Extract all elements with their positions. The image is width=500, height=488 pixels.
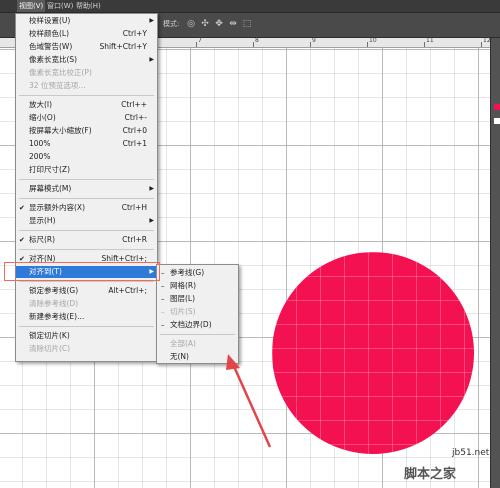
watermark-logo: 脚本之家 bbox=[404, 467, 457, 482]
callout-arrow-icon bbox=[226, 354, 272, 448]
watermark-url: jb51.net bbox=[452, 448, 490, 458]
